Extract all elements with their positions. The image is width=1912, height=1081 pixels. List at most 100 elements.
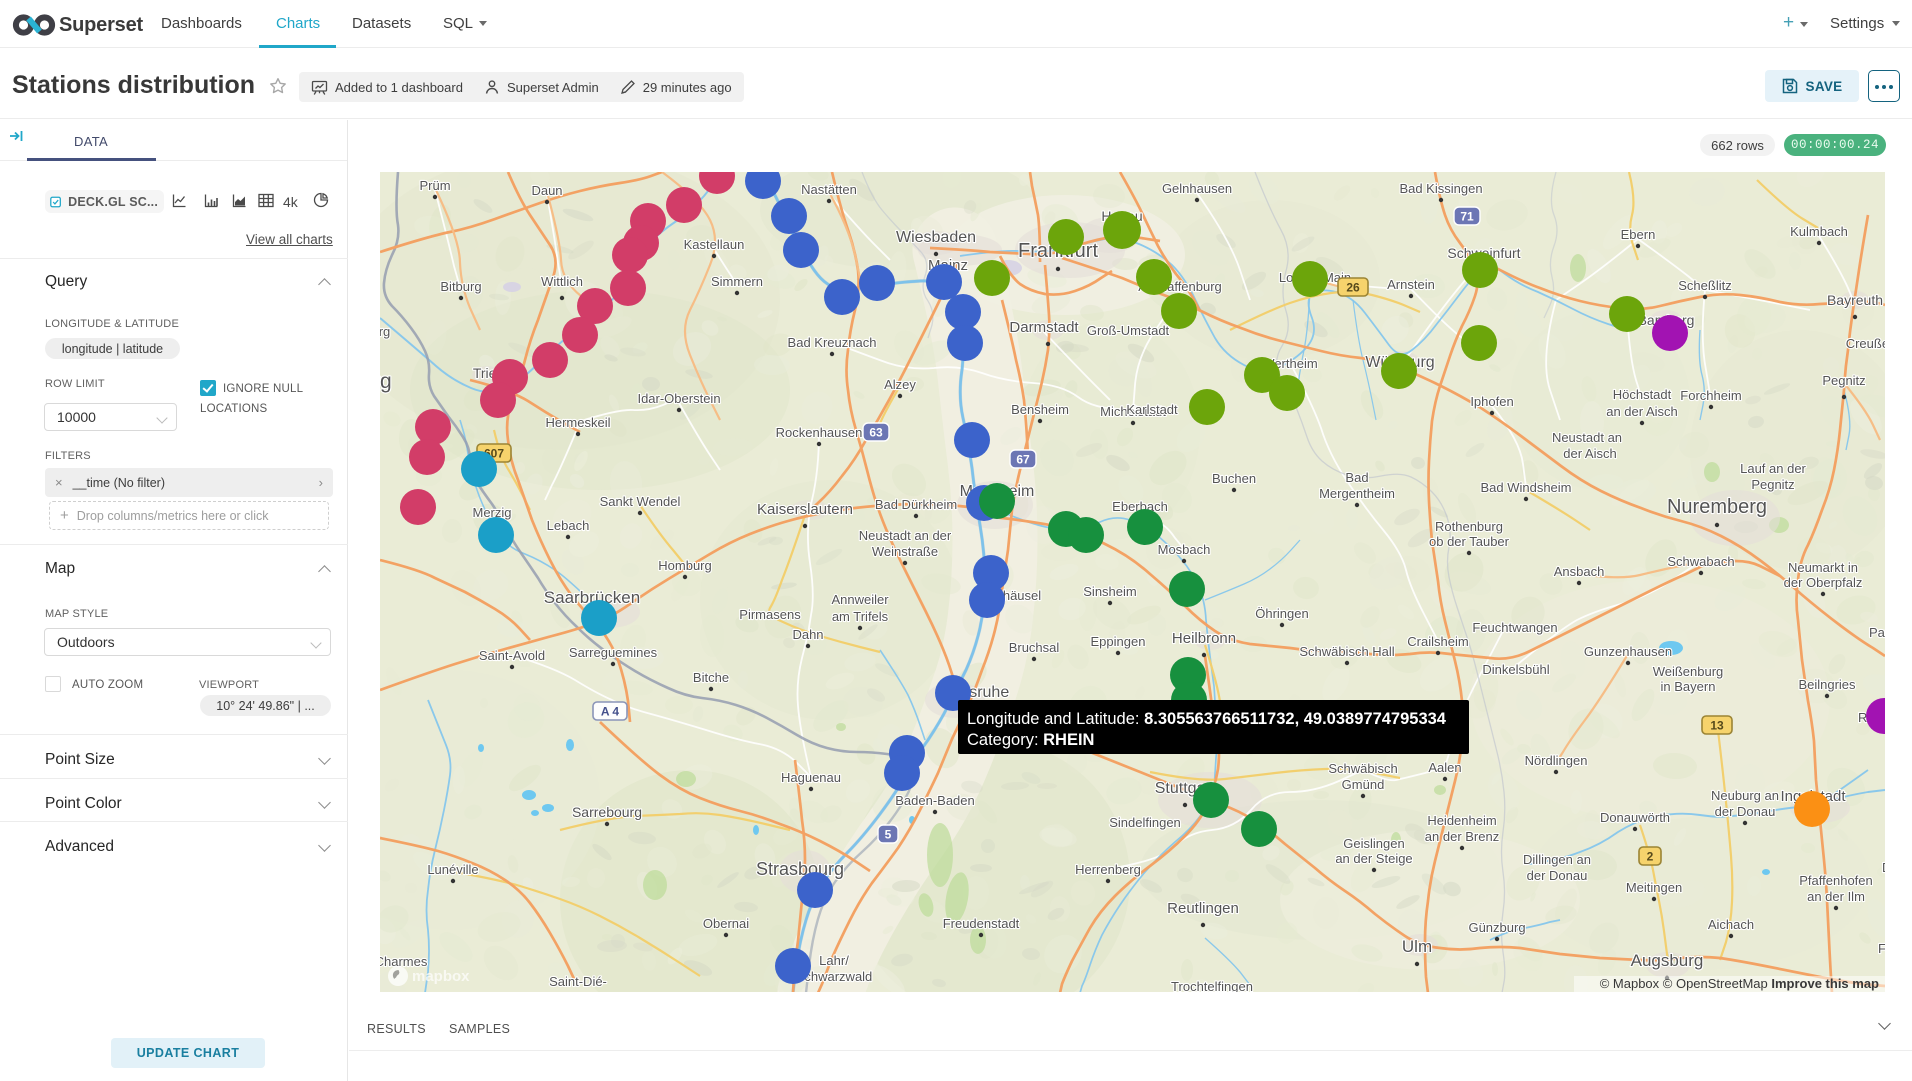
svg-text:Meitingen: Meitingen	[1626, 880, 1682, 895]
svg-text:Dinkelsbühl: Dinkelsbühl	[1482, 662, 1549, 677]
svg-text:Darmstadt: Darmstadt	[1009, 319, 1079, 336]
svg-text:Sinsheim: Sinsheim	[1083, 584, 1136, 599]
svg-text:Ansbach: Ansbach	[1554, 564, 1605, 579]
svg-text:Arnstein: Arnstein	[1387, 277, 1435, 292]
svg-text:Sankt Wendel: Sankt Wendel	[600, 494, 681, 509]
svg-text:Günzburg: Günzburg	[1468, 920, 1525, 935]
svg-text:Luxembourg: Luxembourg	[380, 324, 390, 339]
svg-text:Gelnhausen: Gelnhausen	[1162, 181, 1232, 196]
svg-text:Saint-Dié-: Saint-Dié-	[549, 974, 607, 989]
svg-text:Beilngries: Beilngries	[1798, 677, 1856, 692]
svg-text:Mosbach: Mosbach	[1158, 542, 1211, 557]
svg-text:Nastätten: Nastätten	[801, 182, 857, 197]
svg-text:2: 2	[1647, 850, 1654, 864]
svg-text:Rockenhausen: Rockenhausen	[776, 425, 863, 440]
svg-text:Sindelfingen: Sindelfingen	[1109, 815, 1181, 830]
svg-text:Lebach: Lebach	[547, 518, 590, 533]
svg-text:Kulmbach: Kulmbach	[1790, 224, 1848, 239]
svg-text:Mergentheim: Mergentheim	[1319, 486, 1395, 501]
svg-text:der Donau: der Donau	[1715, 804, 1776, 819]
svg-text:Haguenau: Haguenau	[781, 770, 841, 785]
svg-text:Heidenheim: Heidenheim	[1427, 813, 1496, 828]
svg-text:71: 71	[1460, 210, 1474, 224]
svg-text:Charmes: Charmes	[380, 954, 428, 969]
svg-text:Lunéville: Lunéville	[427, 862, 478, 877]
svg-text:häusel: häusel	[1003, 588, 1041, 603]
svg-text:63: 63	[869, 426, 883, 440]
svg-text:in Bayern: in Bayern	[1661, 679, 1716, 694]
svg-text:Dillingen an: Dillingen an	[1523, 852, 1591, 867]
svg-text:Bitche: Bitche	[693, 670, 729, 685]
svg-text:Bruchsal: Bruchsal	[1009, 640, 1060, 655]
svg-text:67: 67	[1016, 453, 1030, 467]
svg-text:Geislingen: Geislingen	[1343, 836, 1404, 851]
svg-text:Wiesbaden: Wiesbaden	[896, 229, 976, 246]
svg-text:Pfaffenhofen: Pfaffenhofen	[1799, 873, 1873, 888]
svg-text:Bad Kreuznach: Bad Kreuznach	[788, 335, 877, 350]
svg-text:Iphofen: Iphofen	[1470, 394, 1513, 409]
svg-text:an der Ilm: an der Ilm	[1807, 889, 1865, 904]
svg-text:Bensheim: Bensheim	[1011, 402, 1069, 417]
svg-text:der Donau: der Donau	[1527, 868, 1588, 883]
svg-text:Weinstraße: Weinstraße	[872, 544, 938, 559]
svg-text:an der Aisch: an der Aisch	[1606, 404, 1678, 419]
svg-text:A 4: A 4	[601, 705, 620, 719]
svg-text:Öhringen: Öhringen	[1255, 606, 1308, 621]
svg-text:Augsburg: Augsburg	[1631, 951, 1704, 970]
svg-text:Bitburg: Bitburg	[440, 279, 481, 294]
svg-text:Neumarkt in: Neumarkt in	[1788, 560, 1858, 575]
svg-text:Alzey: Alzey	[884, 377, 916, 392]
svg-text:Simmern: Simmern	[711, 274, 763, 289]
svg-text:der Oberpfalz: der Oberpfalz	[1784, 575, 1863, 590]
svg-text:Heilbronn: Heilbronn	[1172, 630, 1236, 647]
svg-text:Bad Windsheim: Bad Windsheim	[1480, 480, 1571, 495]
svg-text:Ebern: Ebern	[1621, 227, 1656, 242]
svg-text:Obernai: Obernai	[703, 916, 749, 931]
svg-text:Homburg: Homburg	[658, 558, 711, 573]
svg-text:Hermeskeil: Hermeskeil	[545, 415, 610, 430]
svg-text:Dahn: Dahn	[792, 627, 823, 642]
svg-text:© Mapbox © OpenStreetMap Impro: © Mapbox © OpenStreetMap Improve this ma…	[1600, 976, 1879, 991]
svg-text:Trochtelfingen: Trochtelfingen	[1171, 979, 1253, 992]
svg-text:Neustadt an der: Neustadt an der	[859, 528, 952, 543]
svg-text:Ulm: Ulm	[1402, 937, 1432, 956]
svg-text:Bad Dürkheim: Bad Dürkheim	[875, 497, 957, 512]
svg-text:Prüm: Prüm	[419, 178, 450, 193]
svg-text:Eppingen: Eppingen	[1091, 634, 1146, 649]
svg-text:Schwäbisch Hall: Schwäbisch Hall	[1299, 644, 1394, 659]
svg-text:Dasing: Dasing	[1882, 860, 1885, 875]
svg-text:ob der Tauber: ob der Tauber	[1429, 534, 1510, 549]
svg-text:Lauf an der: Lauf an der	[1740, 461, 1806, 476]
svg-text:5: 5	[885, 828, 892, 842]
svg-text:Sarreguemines: Sarreguemines	[569, 645, 658, 660]
svg-text:Wittlich: Wittlich	[541, 274, 583, 289]
svg-text:Bad Kissingen: Bad Kissingen	[1399, 181, 1482, 196]
svg-text:Pegnitz: Pegnitz	[1751, 477, 1794, 492]
svg-text:Idar-Oberstein: Idar-Oberstein	[637, 391, 720, 406]
svg-text:Annweiler: Annweiler	[831, 592, 889, 607]
svg-text:Buchen: Buchen	[1212, 471, 1256, 486]
svg-text:Neustadt an: Neustadt an	[1552, 430, 1622, 445]
svg-text:Sarrebourg: Sarrebourg	[572, 804, 642, 820]
svg-text:Luxembourg: Luxembourg	[380, 370, 392, 393]
svg-text:26: 26	[1346, 281, 1360, 295]
svg-text:Reutlingen: Reutlingen	[1167, 900, 1239, 917]
svg-text:Crailsheim: Crailsheim	[1407, 634, 1468, 649]
svg-text:Schwabach: Schwabach	[1667, 554, 1734, 569]
svg-text:Herrenberg: Herrenberg	[1075, 862, 1141, 877]
svg-text:Aichach: Aichach	[1708, 917, 1754, 932]
svg-text:Höchstadt: Höchstadt	[1613, 387, 1672, 402]
svg-text:Freudenstadt: Freudenstadt	[943, 916, 1020, 931]
svg-text:Saint-Avold: Saint-Avold	[479, 648, 545, 663]
svg-text:Aalen: Aalen	[1428, 760, 1461, 775]
svg-text:Rothenburg: Rothenburg	[1435, 519, 1503, 534]
svg-text:Gmünd: Gmünd	[1342, 777, 1385, 792]
svg-text:Kastellaun: Kastellaun	[684, 237, 745, 252]
svg-text:Friedberg: Friedberg	[1878, 941, 1885, 956]
svg-text:an der Steige: an der Steige	[1335, 851, 1412, 866]
svg-text:an der Brenz: an der Brenz	[1425, 829, 1499, 844]
svg-text:Karlstadt: Karlstadt	[1126, 402, 1178, 417]
svg-text:Donauwörth: Donauwörth	[1600, 810, 1670, 825]
svg-text:Feuchtwangen: Feuchtwangen	[1472, 620, 1557, 635]
svg-text:mapbox: mapbox	[412, 968, 470, 985]
